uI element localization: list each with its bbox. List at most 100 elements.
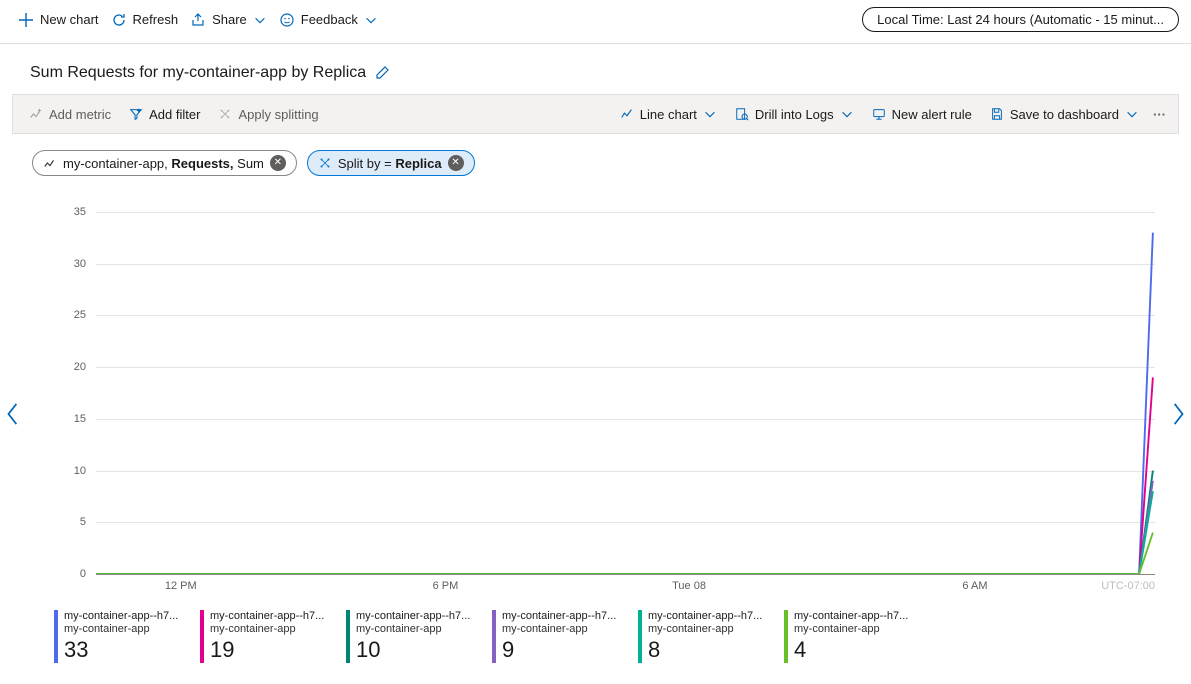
legend-series-resource: my-container-app xyxy=(502,623,616,636)
logs-icon xyxy=(735,107,749,121)
legend-series-value: 4 xyxy=(794,637,908,662)
feedback-button[interactable]: Feedback xyxy=(273,8,384,32)
x-axis: UTC-07:00 12 PM 6 PM Tue 08 6 AM xyxy=(96,574,1155,602)
add-filter-button[interactable]: Add filter xyxy=(121,103,208,126)
y-tick: 25 xyxy=(74,309,86,321)
legend-series-value: 10 xyxy=(356,637,470,662)
legend-series-name: my-container-app--h7... xyxy=(356,610,470,623)
add-filter-label: Add filter xyxy=(149,107,200,122)
legend-color-bar xyxy=(346,610,350,663)
save-dash-label: Save to dashboard xyxy=(1010,107,1119,122)
top-toolbar: New chart Refresh Share Feedback Local T… xyxy=(0,0,1191,44)
metric-icon xyxy=(43,156,57,170)
x-tick: 6 AM xyxy=(962,580,987,592)
split-icon xyxy=(318,156,332,170)
x-tick: 12 PM xyxy=(165,580,197,592)
new-chart-label: New chart xyxy=(40,12,99,27)
legend-series-name: my-container-app--h7... xyxy=(794,610,908,623)
metric-pill[interactable]: my-container-app, Requests, Sum ✕ xyxy=(32,150,297,176)
save-icon xyxy=(990,107,1004,121)
refresh-icon xyxy=(111,12,127,28)
plus-icon xyxy=(18,12,34,28)
legend-series-value: 33 xyxy=(64,637,178,662)
share-label: Share xyxy=(212,12,247,27)
filter-pill-row: my-container-app, Requests, Sum ✕ Split … xyxy=(0,134,1191,182)
y-axis: 05101520253035 xyxy=(36,212,96,574)
legend-series-name: my-container-app--h7... xyxy=(648,610,762,623)
y-tick: 30 xyxy=(74,258,86,270)
x-tick: 6 PM xyxy=(433,580,459,592)
y-tick: 15 xyxy=(74,413,86,425)
chart-type-label: Line chart xyxy=(640,107,697,122)
line-chart-icon xyxy=(620,107,634,121)
prev-chart-arrow[interactable] xyxy=(4,400,22,434)
metric-icon xyxy=(29,107,43,121)
save-to-dashboard-button[interactable]: Save to dashboard xyxy=(982,103,1147,126)
legend-item[interactable]: my-container-app--h7... my-container-app… xyxy=(492,610,632,663)
split-icon xyxy=(218,107,232,121)
split-pill[interactable]: Split by = Replica ✕ xyxy=(307,150,475,176)
legend-series-name: my-container-app--h7... xyxy=(64,610,178,623)
legend-series-resource: my-container-app xyxy=(210,623,324,636)
remove-pill-icon[interactable]: ✕ xyxy=(448,155,464,171)
series-line xyxy=(96,471,1153,574)
refresh-button[interactable]: Refresh xyxy=(105,8,185,32)
legend-color-bar xyxy=(784,610,788,663)
drill-logs-label: Drill into Logs xyxy=(755,107,834,122)
legend-series-resource: my-container-app xyxy=(64,623,178,636)
y-tick: 5 xyxy=(80,516,86,528)
share-icon xyxy=(190,12,206,28)
share-button[interactable]: Share xyxy=(184,8,273,32)
time-range-picker[interactable]: Local Time: Last 24 hours (Automatic - 1… xyxy=(862,7,1179,32)
chart-legend: my-container-app--h7... my-container-app… xyxy=(54,610,1155,663)
line-series xyxy=(96,212,1155,574)
feedback-label: Feedback xyxy=(301,12,358,27)
alert-icon xyxy=(872,107,886,121)
x-tick: Tue 08 xyxy=(672,580,706,592)
next-chart-arrow[interactable] xyxy=(1169,400,1187,434)
legend-item[interactable]: my-container-app--h7... my-container-app… xyxy=(346,610,486,663)
new-alert-label: New alert rule xyxy=(892,107,972,122)
legend-series-resource: my-container-app xyxy=(794,623,908,636)
add-metric-label: Add metric xyxy=(49,107,111,122)
chart-title: Sum Requests for my-container-app by Rep… xyxy=(30,64,366,82)
chart-title-row: Sum Requests for my-container-app by Rep… xyxy=(0,44,1191,94)
apply-splitting-label: Apply splitting xyxy=(238,107,318,122)
new-alert-rule-button[interactable]: New alert rule xyxy=(864,103,980,126)
legend-item[interactable]: my-container-app--h7... my-container-app… xyxy=(54,610,194,663)
add-metric-button[interactable]: Add metric xyxy=(21,103,119,126)
chart-area: 05101520253035 UTC-07:00 12 PM6 PMTue 08… xyxy=(36,212,1155,602)
apply-splitting-button[interactable]: Apply splitting xyxy=(210,103,326,126)
legend-series-value: 9 xyxy=(502,637,616,662)
filter-icon xyxy=(129,107,143,121)
chevron-down-icon xyxy=(703,107,717,121)
series-line xyxy=(96,481,1153,574)
legend-series-resource: my-container-app xyxy=(356,623,470,636)
legend-color-bar xyxy=(638,610,642,663)
more-options-button[interactable]: ··· xyxy=(1149,107,1170,122)
chevron-down-icon xyxy=(1125,107,1139,121)
refresh-label: Refresh xyxy=(133,12,179,27)
smiley-icon xyxy=(279,12,295,28)
legend-series-value: 19 xyxy=(210,637,324,662)
series-line xyxy=(96,233,1153,574)
remove-pill-icon[interactable]: ✕ xyxy=(270,155,286,171)
legend-series-name: my-container-app--h7... xyxy=(210,610,324,623)
legend-series-resource: my-container-app xyxy=(648,623,762,636)
legend-item[interactable]: my-container-app--h7... my-container-app… xyxy=(638,610,778,663)
timezone-label: UTC-07:00 xyxy=(1101,580,1155,592)
legend-series-value: 8 xyxy=(648,637,762,662)
y-tick: 10 xyxy=(74,465,86,477)
series-line xyxy=(96,491,1153,574)
drill-into-logs-button[interactable]: Drill into Logs xyxy=(727,103,862,126)
legend-series-name: my-container-app--h7... xyxy=(502,610,616,623)
chart-type-dropdown[interactable]: Line chart xyxy=(612,103,725,126)
y-tick: 35 xyxy=(74,206,86,218)
y-tick: 0 xyxy=(80,568,86,580)
legend-item[interactable]: my-container-app--h7... my-container-app… xyxy=(200,610,340,663)
chevron-down-icon xyxy=(364,13,378,27)
new-chart-button[interactable]: New chart xyxy=(12,8,105,32)
edit-icon[interactable] xyxy=(374,65,390,81)
chevron-down-icon xyxy=(253,13,267,27)
legend-item[interactable]: my-container-app--h7... my-container-app… xyxy=(784,610,924,663)
